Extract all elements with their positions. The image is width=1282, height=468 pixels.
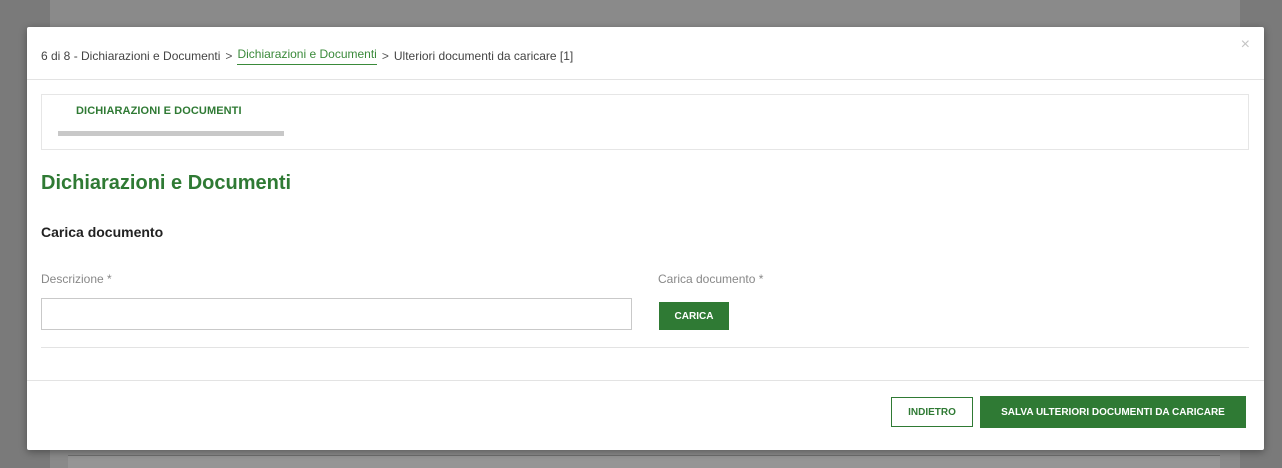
background-content-edge	[68, 455, 1220, 468]
breadcrumb-link-dichiarazioni[interactable]: Dichiarazioni e Documenti	[237, 47, 377, 65]
breadcrumb-separator: >	[381, 49, 389, 63]
form-divider	[41, 347, 1249, 348]
upload-button[interactable]: CARICA	[659, 302, 729, 330]
page-title: Dichiarazioni e Documenti	[41, 172, 292, 194]
save-button[interactable]: SALVA ULTERIORI DOCUMENTI DA CARICARE	[980, 396, 1246, 428]
tab-underline	[58, 131, 284, 136]
section-title: Carica documento	[41, 224, 164, 240]
breadcrumb: 6 di 8 - Dichiarazioni e Documenti > Dic…	[41, 47, 573, 65]
breadcrumb-current: Ulteriori documenti da caricare [1]	[393, 49, 574, 63]
footer-divider	[27, 380, 1264, 381]
tab-label: DICHIARAZIONI E DOCUMENTI	[76, 105, 242, 117]
breadcrumb-step: 6 di 8 - Dichiarazioni e Documenti	[41, 49, 221, 63]
description-label: Descrizione *	[41, 272, 112, 286]
back-button[interactable]: INDIETRO	[891, 397, 973, 427]
tab-dichiarazioni-documenti[interactable]: DICHIARAZIONI E DOCUMENTI	[58, 95, 284, 151]
close-icon[interactable]: ×	[1241, 37, 1250, 53]
modal-dialog: 6 di 8 - Dichiarazioni e Documenti > Dic…	[27, 27, 1264, 450]
breadcrumb-separator: >	[225, 49, 233, 63]
description-input[interactable]	[41, 298, 632, 330]
upload-label: Carica documento *	[658, 272, 764, 286]
modal-header: 6 di 8 - Dichiarazioni e Documenti > Dic…	[27, 27, 1264, 80]
tab-bar: DICHIARAZIONI E DOCUMENTI	[41, 94, 1249, 150]
